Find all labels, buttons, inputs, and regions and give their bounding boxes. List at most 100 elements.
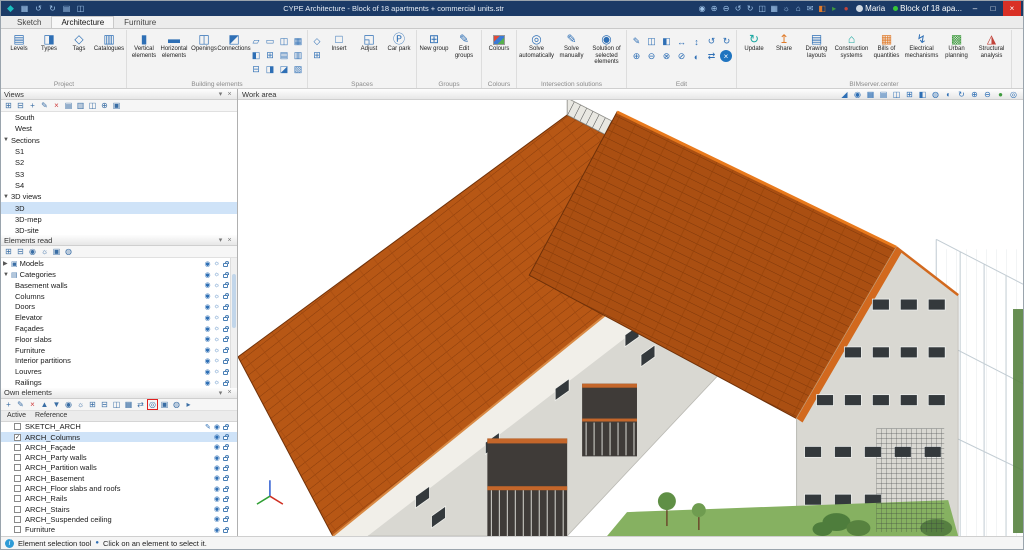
eye-icon[interactable]: ◉ (214, 433, 220, 441)
eye-icon[interactable]: ◉ (204, 335, 210, 343)
edit-icon[interactable]: ✎ (629, 34, 644, 49)
highlight-all-icon[interactable]: ☼ (39, 246, 50, 257)
close-icon[interactable]: × (225, 91, 234, 98)
view-item-south[interactable]: South (1, 112, 237, 123)
lock-icon[interactable] (223, 485, 229, 492)
opening-tool-icon[interactable]: ◫ (277, 34, 291, 48)
close-icon[interactable]: × (225, 237, 234, 244)
lock-icon[interactable] (223, 357, 229, 364)
view-item-3d-site[interactable]: 3D-site (1, 225, 237, 235)
own-row-furniture[interactable]: Furniture ◉ (1, 525, 237, 535)
target-icon[interactable]: ◎ (1008, 89, 1019, 99)
collapse-all-icon[interactable]: ⊟ (15, 246, 26, 257)
print-icon[interactable]: ▤ (61, 3, 72, 14)
measure-icon[interactable]: ● (995, 89, 1006, 99)
eye-icon[interactable]: ◉ (214, 526, 220, 534)
rotate-left-icon[interactable]: ↺ (704, 34, 719, 49)
transfer-icon[interactable]: ⇄ (135, 399, 146, 410)
lock-icon[interactable] (223, 423, 229, 430)
highlight-icon[interactable]: ☼ (214, 293, 220, 300)
filter-icon[interactable]: ◍ (171, 399, 182, 410)
own-row-arch-floor-slabs[interactable]: ARCH_Floor slabs and roofs ◉ (1, 483, 237, 493)
own-row-arch-basement[interactable]: ARCH_Basement ◉ (1, 473, 237, 483)
highlight-icon[interactable]: ☼ (214, 271, 220, 278)
eye-icon[interactable]: ◉ (204, 271, 210, 279)
highlight-icon[interactable]: ☼ (214, 282, 220, 289)
space-add-icon[interactable]: ⊞ (310, 48, 324, 62)
move-up-icon[interactable]: ▲ (39, 399, 50, 410)
lock-icon[interactable] (223, 260, 229, 267)
lock-icon[interactable] (223, 336, 229, 343)
delete-layer-icon[interactable]: × (27, 399, 38, 410)
colours-button[interactable]: Colours (484, 31, 514, 79)
highlight-icon[interactable]: ☼ (75, 399, 86, 410)
highlight-icon[interactable]: ☼ (214, 260, 220, 267)
expand-all-icon[interactable]: ⊞ (3, 100, 14, 111)
lock-icon[interactable] (223, 271, 229, 278)
tab-architecture[interactable]: Architecture (51, 16, 115, 28)
refresh-icon[interactable]: ↻ (956, 89, 967, 99)
visibility-icon[interactable]: ◉ (852, 89, 863, 99)
vertical-scrollbar[interactable] (230, 258, 237, 388)
subtract-icon[interactable]: ⊖ (644, 49, 659, 64)
active-checkbox[interactable] (14, 485, 21, 493)
home-view-icon[interactable]: ⌂ (793, 3, 803, 14)
new-window-icon[interactable]: ⊞ (904, 89, 915, 99)
eye-icon[interactable]: ◉ (214, 485, 220, 493)
tree-item-columns[interactable]: Columns ◉ ☼ (1, 291, 237, 302)
eye-icon[interactable]: ◉ (204, 281, 210, 289)
bills-of-quantities-button[interactable]: ▦ Bills of quantities (869, 31, 904, 79)
highlight-icon[interactable]: ☼ (214, 379, 220, 386)
remove-element-tool-icon[interactable]: ⊟ (249, 62, 263, 76)
eye-icon[interactable]: ◉ (204, 357, 210, 365)
lock-icon[interactable] (223, 444, 229, 451)
own-row-arch-rails[interactable]: ARCH_Rails ◉ (1, 494, 237, 504)
record-icon[interactable]: ● (841, 3, 851, 14)
pin-icon[interactable]: ▾ (216, 236, 225, 244)
tree-item-louvres[interactable]: Louvres ◉ ☼ (1, 366, 237, 377)
add-layer-icon[interactable]: + (3, 399, 14, 410)
eye-icon[interactable]: ◉ (214, 474, 220, 482)
contrast-icon[interactable]: ◐ (689, 49, 704, 64)
adjust-space-button[interactable]: ◱ Adjust (354, 31, 384, 79)
tree-item-interior-partitions[interactable]: Interior partitions ◉ ☼ (1, 356, 237, 367)
tree-item-facades[interactable]: Façades ◉ ☼ (1, 323, 237, 334)
pin-icon[interactable]: ▾ (216, 90, 225, 98)
highlight-icon[interactable]: ☼ (214, 347, 220, 354)
view-settings-icon[interactable]: ▣ (111, 100, 122, 111)
urban-planning-button[interactable]: ▩ Urban planning (939, 31, 974, 79)
view-group-sections[interactable]: ▼ Sections (1, 135, 237, 146)
copy-icon[interactable]: ◫ (644, 34, 659, 49)
3d-viewport[interactable] (238, 100, 1023, 536)
levels-button[interactable]: ▤ Levels (4, 31, 34, 79)
expand-all-icon[interactable]: ⊞ (3, 246, 14, 257)
move-horizontal-icon[interactable]: ↔ (674, 34, 689, 49)
eye-icon[interactable]: ◉ (214, 505, 220, 513)
solution-selected-button[interactable]: ◉ Solution of selected elements (589, 31, 624, 79)
mail-icon[interactable]: ✉ (805, 3, 815, 14)
view-item-west[interactable]: West (1, 123, 237, 134)
eye-icon[interactable]: ◉ (204, 260, 210, 268)
wall-tool-icon[interactable]: ▱ (249, 34, 263, 48)
mesh-tool-icon[interactable]: ▦ (291, 34, 305, 48)
eye-icon[interactable]: ◉ (204, 314, 210, 322)
view-item-s2[interactable]: S2 (1, 157, 237, 168)
split-view-icon[interactable]: ◫ (891, 89, 902, 99)
eye-icon[interactable]: ◉ (214, 454, 220, 462)
eye-icon[interactable]: ◉ (214, 443, 220, 451)
view-item-s1[interactable]: S1 (1, 146, 237, 157)
lock-icon[interactable] (223, 303, 229, 310)
tree-item-furniture[interactable]: Furniture ◉ ☼ (1, 345, 237, 356)
tree-item-models[interactable]: ▶ ▣ Models ◉ ☼ (1, 258, 237, 269)
active-checkbox[interactable] (14, 464, 21, 472)
edit-icon[interactable]: ✎ (205, 423, 211, 431)
plan-view-icon[interactable]: ▤ (63, 100, 74, 111)
eye-icon[interactable]: ◉ (204, 368, 210, 376)
highlight-icon[interactable]: ☼ (214, 368, 220, 375)
orbit-left-icon[interactable]: ↺ (733, 3, 743, 14)
tree-item-floor-slabs[interactable]: Floor slabs ◉ ☼ (1, 334, 237, 345)
3d-scene[interactable] (238, 100, 1023, 536)
user-account[interactable]: Maria (856, 4, 885, 13)
collapse-all-icon[interactable]: ⊟ (15, 100, 26, 111)
move-vertical-icon[interactable]: ↕ (689, 34, 704, 49)
